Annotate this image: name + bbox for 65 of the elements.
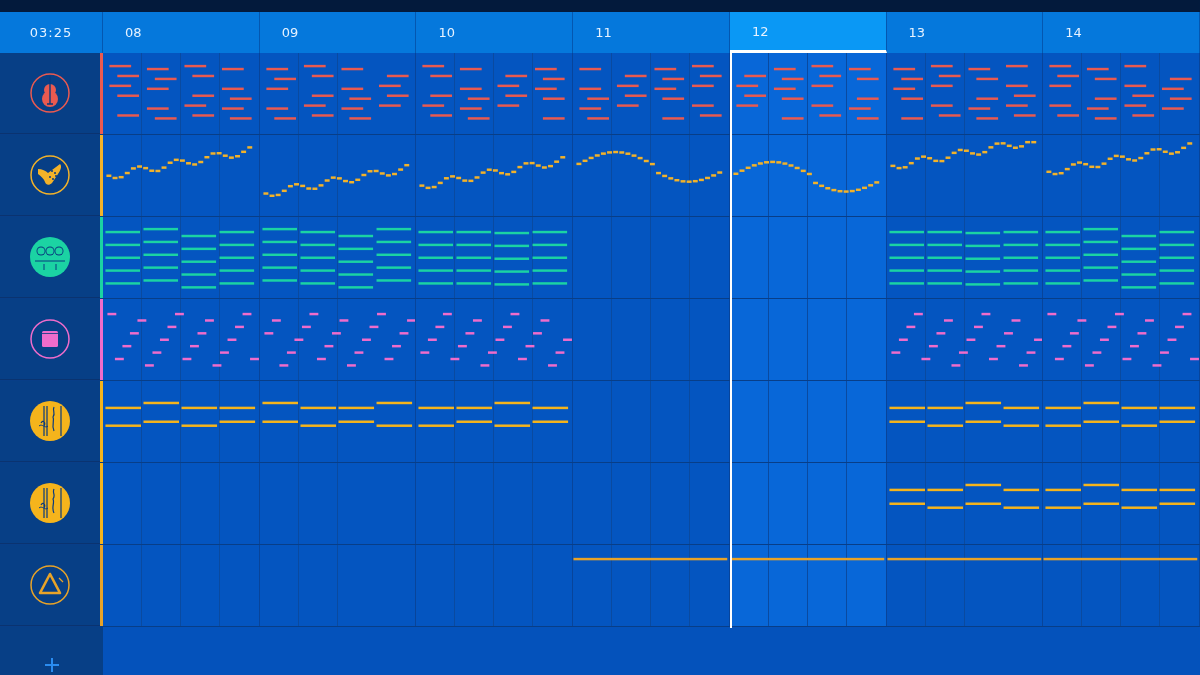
note-clip-drawing[interactable]: [1047, 312, 1200, 367]
note-clip-drawing[interactable]: [887, 557, 1041, 561]
people-icon[interactable]: [29, 236, 71, 278]
note-clip-drawing[interactable]: [266, 64, 409, 120]
note-clip-drawing[interactable]: [1045, 483, 1196, 509]
note-clip-drawing[interactable]: [1046, 142, 1193, 176]
bar-slot[interactable]: [886, 217, 1044, 298]
ocarina-icon[interactable]: [29, 154, 71, 196]
note-clip-drawing[interactable]: [105, 227, 255, 289]
bar-slot[interactable]: [886, 381, 1044, 462]
note-clip-drawing[interactable]: [1049, 64, 1192, 120]
bar-number[interactable]: 12: [729, 12, 887, 53]
note-clip-drawing[interactable]: [418, 401, 569, 427]
bar-slot[interactable]: [1043, 545, 1200, 626]
note-clip-drawing[interactable]: [579, 64, 722, 120]
bar-slot[interactable]: [729, 53, 887, 134]
bar-slot[interactable]: [1043, 381, 1200, 462]
note-clip-drawing[interactable]: [890, 140, 1036, 170]
note-clip-drawing[interactable]: [262, 227, 411, 289]
bar-slot[interactable]: [1043, 135, 1200, 216]
bar-slot[interactable]: [103, 135, 260, 216]
note-clip-drawing[interactable]: [422, 64, 566, 120]
bar-slot[interactable]: [259, 381, 417, 462]
bar-slot[interactable]: [573, 135, 730, 216]
note-clip-drawing[interactable]: [730, 557, 885, 561]
bar-slot[interactable]: [1043, 217, 1200, 298]
bar-slot[interactable]: [416, 381, 574, 462]
note-clip-drawing[interactable]: [891, 312, 1043, 367]
note-clip-drawing[interactable]: [736, 64, 879, 120]
add-icon[interactable]: [43, 657, 60, 673]
note-clip-drawing[interactable]: [264, 312, 416, 367]
note-clip-drawing[interactable]: [1043, 557, 1198, 561]
note-clip-drawing[interactable]: [107, 312, 259, 367]
note-clip-drawing[interactable]: [109, 64, 252, 120]
bar-slot[interactable]: [1043, 463, 1200, 544]
bar-slot[interactable]: [886, 463, 1044, 544]
note-clip-drawing[interactable]: [889, 401, 1039, 427]
bar-slot[interactable]: [103, 381, 260, 462]
note-clip-drawing[interactable]: [263, 163, 409, 197]
violin-icon[interactable]: [29, 400, 71, 442]
note-clip-drawing[interactable]: [893, 64, 1036, 120]
note-clip-drawing[interactable]: [576, 150, 723, 183]
bar-slot[interactable]: [103, 217, 260, 298]
note-clip-drawing[interactable]: [419, 156, 566, 190]
bar-slot[interactable]: [729, 135, 887, 216]
playhead[interactable]: [729, 53, 732, 628]
note-clip-drawing[interactable]: [1045, 401, 1196, 427]
bar-slot[interactable]: [416, 217, 574, 298]
bar-slot[interactable]: [886, 545, 1044, 626]
note-clip-drawing[interactable]: [106, 146, 253, 180]
note-clip-drawing[interactable]: [889, 230, 1038, 286]
note-clip-drawing[interactable]: [418, 230, 568, 286]
bar-slot[interactable]: [729, 545, 887, 626]
note-clip-drawing[interactable]: [1045, 227, 1195, 289]
note-clip-drawing[interactable]: [262, 401, 412, 427]
note-clip-drawing[interactable]: [573, 557, 728, 561]
violin-icon[interactable]: [29, 482, 71, 524]
bar-slot[interactable]: [416, 135, 574, 216]
guitar-icon[interactable]: [29, 72, 71, 114]
note-clip-drawing[interactable]: [420, 312, 573, 367]
note-clip-drawing[interactable]: [105, 401, 256, 427]
note-clip-drawing[interactable]: [733, 160, 880, 193]
bar-slot[interactable]: [573, 545, 730, 626]
note-clip-drawing[interactable]: [889, 483, 1039, 509]
bar-slot[interactable]: [259, 217, 417, 298]
